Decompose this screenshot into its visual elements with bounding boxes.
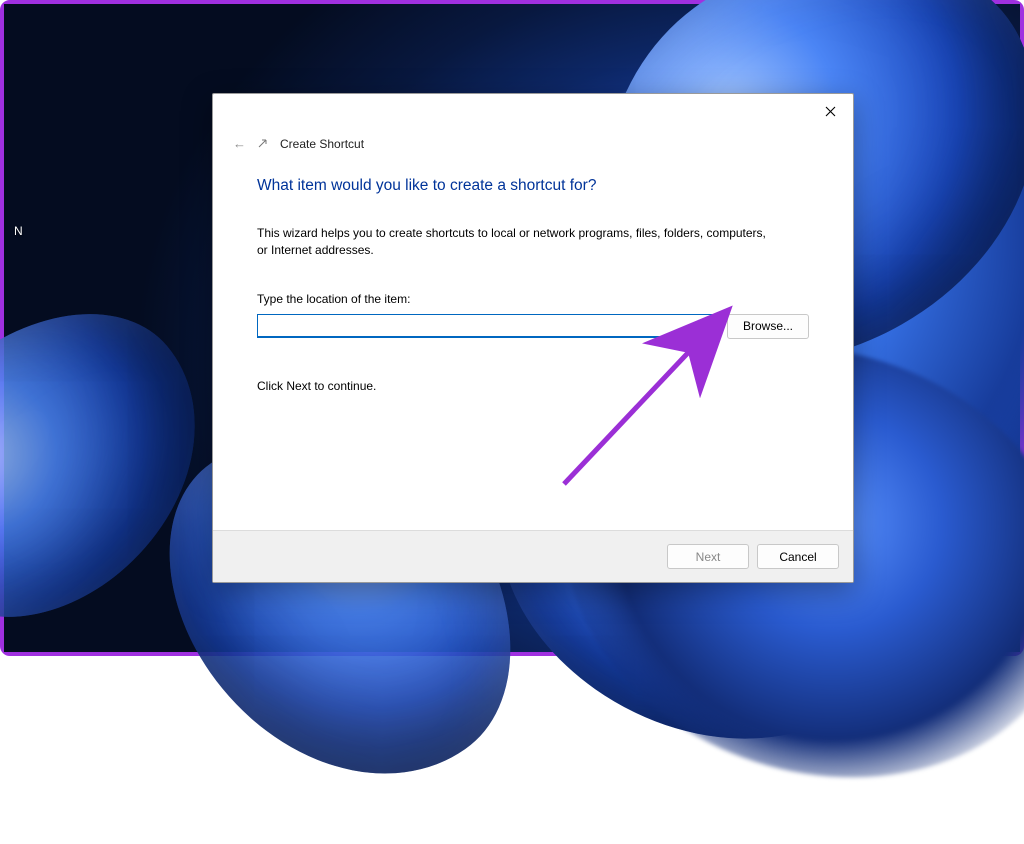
shortcut-icon [256,137,270,151]
continue-hint: Click Next to continue. [257,379,809,393]
browse-button[interactable]: Browse... [727,314,809,339]
dialog-description: This wizard helps you to create shortcut… [257,225,777,260]
dialog-footer: Next Cancel [213,530,853,582]
dialog-title: Create Shortcut [280,137,364,151]
create-shortcut-dialog: ← Create Shortcut What item would you li… [212,93,854,583]
titlebar [213,94,853,128]
dialog-content: What item would you like to create a sho… [213,151,853,530]
dialog-heading: What item would you like to create a sho… [257,177,809,195]
dialog-header: ← Create Shortcut [213,128,853,151]
cancel-button[interactable]: Cancel [757,544,839,569]
location-input[interactable] [257,314,717,338]
next-button[interactable]: Next [667,544,749,569]
close-button[interactable] [821,102,839,120]
desktop-icon-label: N [14,224,23,238]
back-arrow-icon: ← [233,136,246,151]
location-label: Type the location of the item: [257,292,809,306]
